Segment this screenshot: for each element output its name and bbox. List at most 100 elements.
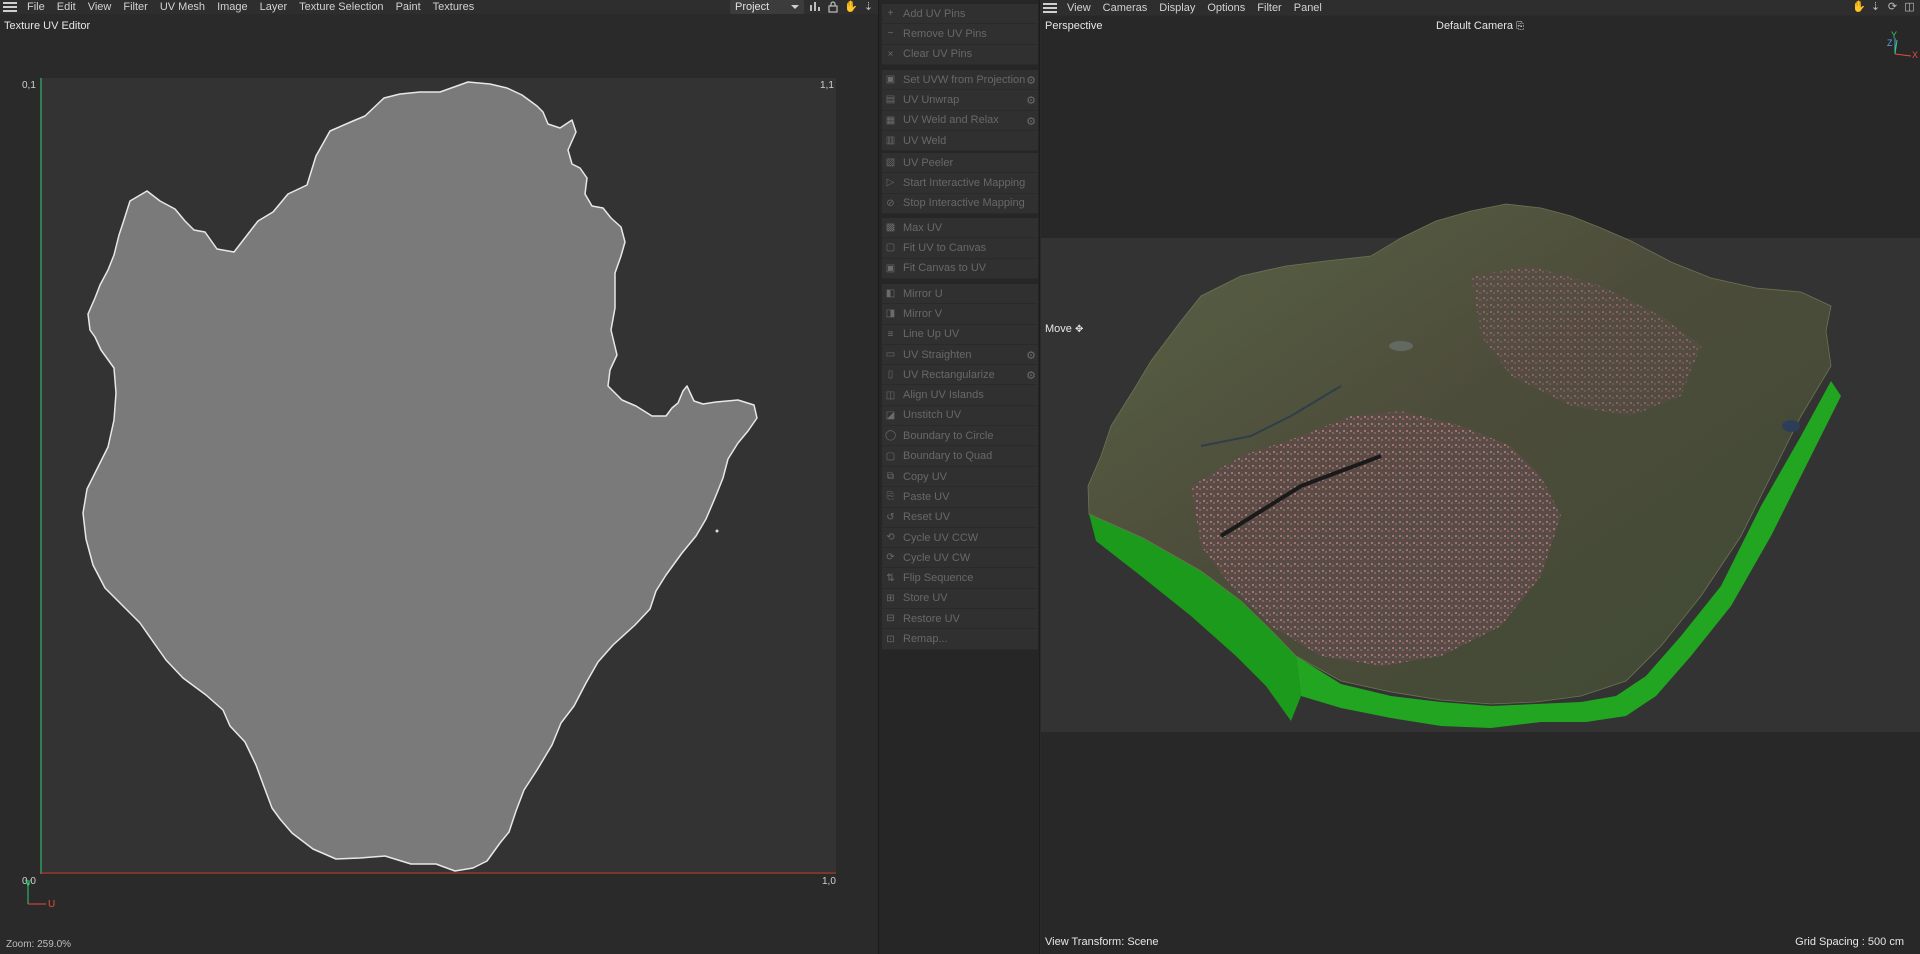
cycle-cw-icon: ⟳ [886, 552, 895, 564]
paste-icon: ⎘ [886, 491, 895, 503]
menu-image[interactable]: Image [211, 0, 254, 14]
u-axis-label: U [48, 899, 56, 910]
command-label: Add UV Pins [903, 7, 966, 20]
corner-label-bottom-right: 1,0 [822, 876, 836, 887]
3d-viewport[interactable]: X Y Z [1041, 16, 1920, 954]
command-label: Restore UV [903, 612, 960, 625]
command-reset-uv[interactable]: ↺ Reset UV [882, 508, 1038, 528]
command-line-up-uv[interactable]: ≡ Line Up UV [882, 325, 1038, 345]
menu-display[interactable]: Display [1153, 1, 1201, 15]
menu-texture-selection[interactable]: Texture Selection [293, 0, 389, 14]
pin-add-icon: + [887, 8, 894, 20]
command-label: Reset UV [903, 511, 951, 524]
camera-label[interactable]: Default Camera ⎘ [1436, 20, 1524, 32]
command-align-uv-islands[interactable]: ◫ Align UV Islands [882, 385, 1038, 406]
hamburger-menu-icon[interactable] [1043, 2, 1057, 13]
move-view-icon[interactable]: ⇣ [862, 1, 875, 13]
quad-icon: ▢ [885, 450, 896, 462]
menu-textures[interactable]: Textures [427, 0, 481, 14]
lock-icon[interactable] [826, 1, 839, 13]
command-label: Store UV [903, 592, 948, 605]
menu-options[interactable]: Options [1201, 1, 1251, 15]
menu-view[interactable]: View [1061, 1, 1097, 15]
command-boundary-to-quad[interactable]: ▢ Boundary to Quad [882, 446, 1038, 467]
histogram-icon[interactable] [808, 1, 821, 13]
command-store-uv[interactable]: ⊞ Store UV [882, 589, 1038, 610]
projection-label[interactable]: Perspective [1045, 20, 1102, 32]
command-add-uv-pins[interactable]: + Add UV Pins [882, 4, 1038, 25]
command-restore-uv[interactable]: ⊟ Restore UV [882, 609, 1038, 630]
terrain-mesh [1087, 38, 1912, 728]
menu-layer[interactable]: Layer [254, 0, 294, 14]
uv-island [82, 81, 758, 872]
stop-icon: ⊘ [886, 197, 895, 209]
uv-commands-panel: + Add UV Pins − Remove UV Pins × Clear UV Pin… [878, 0, 1040, 954]
pan-hand-icon[interactable]: ✋ [844, 1, 858, 13]
command-start-interactive-mapping[interactable]: ▷ Start Interactive Mapping [882, 173, 1038, 194]
menu-edit[interactable]: Edit [51, 0, 82, 14]
command-cycle-uv-cw[interactable]: ⟳ Cycle UV CW [882, 548, 1038, 569]
command-stop-interactive-mapping[interactable]: ⊘ Stop Interactive Mapping [882, 194, 1038, 214]
command-copy-uv[interactable]: ⧉ Copy UV [882, 467, 1038, 488]
zoom-status: Zoom: 259.0% [6, 939, 72, 950]
gear-icon[interactable]: ⚙ [1026, 115, 1036, 128]
menu-paint[interactable]: Paint [390, 0, 427, 14]
command-clear-uv-pins[interactable]: × Clear UV Pins [882, 45, 1038, 65]
weld-relax-icon: ▦ [885, 114, 896, 126]
command-uv-unwrap[interactable]: ▤ UV Unwrap ⚙ [882, 90, 1038, 111]
menu-filter[interactable]: Filter [1251, 1, 1287, 15]
restore-icon: ⊟ [886, 613, 895, 625]
menu-cameras[interactable]: Cameras [1097, 1, 1154, 15]
uv-canvas[interactable] [40, 78, 836, 874]
mirror-u-icon: ◧ [885, 288, 896, 300]
align-icon: ◫ [885, 389, 896, 401]
gear-icon[interactable]: ⚙ [1026, 349, 1036, 362]
command-uv-straighten[interactable]: ▭ UV Straighten ⚙ [882, 345, 1038, 366]
command-mirror-v[interactable]: ◨ Mirror V [882, 304, 1038, 325]
command-set-uvw-from-projection[interactable]: ▣ Set UVW from Projection ⚙ [882, 70, 1038, 91]
projection-icon: ▣ [885, 74, 896, 86]
line-up-icon: ≡ [887, 328, 894, 340]
command-group: ⧉ Copy UV ⎘ Paste UV ↺ Reset UV ⟲ Cycle UV CCW ⟳… [882, 467, 1038, 650]
command-mirror-u[interactable]: ◧ Mirror U [882, 284, 1038, 305]
command-fit-uv-to-canvas[interactable]: ▢ Fit UV to Canvas [882, 238, 1038, 259]
command-label: Align UV Islands [903, 389, 984, 402]
move-view-icon[interactable]: ⇣ [1869, 1, 1882, 13]
corner-label-top-left: 0,1 [22, 80, 36, 91]
rotate-view-icon[interactable]: ⟳ [1886, 1, 1899, 13]
command-cycle-uv-ccw[interactable]: ⟲ Cycle UV CCW [882, 528, 1038, 549]
cycle-ccw-icon: ⟲ [886, 532, 895, 544]
command-paste-uv[interactable]: ⎘ Paste UV [882, 487, 1038, 508]
command-fit-canvas-to-uv[interactable]: ▣ Fit Canvas to UV [882, 259, 1038, 279]
command-uv-rectangularize[interactable]: ▯ UV Rectangularize ⚙ [882, 365, 1038, 386]
hamburger-menu-icon[interactable] [3, 2, 17, 12]
command-flip-sequence[interactable]: ⇅ Flip Sequence [882, 568, 1038, 589]
command-remove-uv-pins[interactable]: − Remove UV Pins [882, 24, 1038, 45]
command-remap[interactable]: ⊡ Remap... [882, 629, 1038, 650]
menu-panel[interactable]: Panel [1288, 1, 1328, 15]
command-label: UV Unwrap [903, 93, 960, 106]
menu-file[interactable]: File [21, 0, 51, 14]
gear-icon[interactable]: ⚙ [1026, 94, 1036, 107]
command-label: Fit UV to Canvas [903, 241, 987, 254]
fit-uv-icon: ▢ [885, 242, 896, 254]
command-group: ▣ Set UVW from Projection ⚙ ▤ UV Unwrap ⚙ ▦ UV … [882, 70, 1038, 152]
command-boundary-to-circle[interactable]: ◯ Boundary to Circle [882, 426, 1038, 447]
viewport-menubar: View Cameras Display Options Filter Pane… [1040, 0, 1920, 15]
command-unstitch-uv[interactable]: ◪ Unstitch UV [882, 406, 1038, 427]
maximize-view-icon[interactable]: ◫ [1903, 1, 1916, 13]
project-dropdown[interactable]: Project [730, 0, 804, 14]
command-uv-weld[interactable]: ▥ UV Weld [882, 131, 1038, 152]
menu-view[interactable]: View [82, 0, 118, 14]
menu-uv-mesh[interactable]: UV Mesh [154, 0, 211, 14]
command-label: UV Weld and Relax [903, 114, 999, 127]
gear-icon[interactable]: ⚙ [1026, 74, 1036, 87]
viewport-panel: View Cameras Display Options Filter Pane… [1040, 0, 1920, 954]
tool-label: Move ✥ [1045, 323, 1083, 335]
command-uv-peeler[interactable]: ▧ UV Peeler [882, 153, 1038, 174]
gear-icon[interactable]: ⚙ [1026, 369, 1036, 382]
menu-filter[interactable]: Filter [117, 0, 153, 14]
pan-hand-icon[interactable]: ✋ [1852, 1, 1866, 13]
command-uv-weld-and-relax[interactable]: ▦ UV Weld and Relax ⚙ [882, 111, 1038, 131]
command-max-uv[interactable]: ▩ Max UV [882, 218, 1038, 239]
